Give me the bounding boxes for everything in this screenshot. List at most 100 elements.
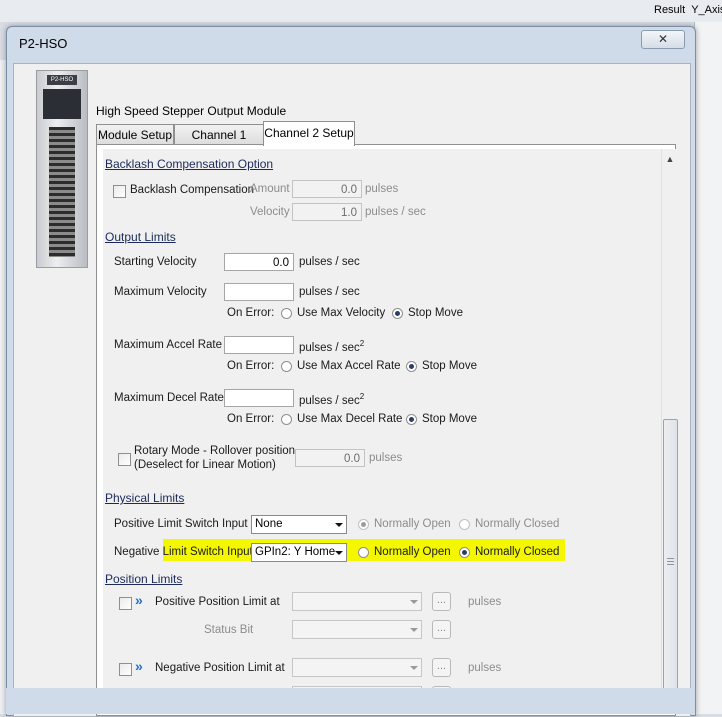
scroll-up-arrow-icon[interactable]: ▲ — [662, 151, 678, 167]
accel-use-max-radio[interactable] — [281, 361, 292, 372]
amount-field[interactable]: 0.0 — [292, 180, 362, 198]
maximum-velocity-label: Maximum Velocity — [114, 286, 207, 298]
backlash-heading: Backlash Compensation Option — [105, 157, 274, 171]
rotary-mode-sublabel: (Deselect for Linear Motion) — [134, 459, 276, 471]
pos-normally-closed-radio[interactable] — [459, 519, 470, 530]
decel-use-max-radio[interactable] — [281, 414, 292, 425]
velocity-use-max-radio[interactable] — [281, 308, 292, 319]
channel-2-settings-scroll-area: Backlash Compensation Option Backlash Co… — [103, 149, 678, 713]
positive-position-limit-select[interactable] — [292, 592, 422, 611]
amount-label: Amount — [250, 183, 290, 195]
result-label: Result — [654, 4, 686, 16]
negative-position-browse-button[interactable]: ... — [432, 658, 451, 677]
accel-stop-move-label: Stop Move — [422, 360, 477, 372]
maximum-decel-field[interactable] — [224, 389, 294, 407]
positive-position-limit-checkbox[interactable] — [119, 597, 132, 610]
starting-velocity-label: Starting Velocity — [114, 256, 197, 268]
tab-channel-1-setup[interactable]: Channel 1 Setup — [174, 124, 264, 162]
positive-status-bit-label: Status Bit — [204, 624, 254, 636]
positive-limit-switch-value: None — [255, 518, 283, 530]
velocity-unit: pulses / sec — [365, 206, 426, 218]
chevron-down-icon — [335, 523, 343, 527]
maximum-accel-label: Maximum Accel Rate — [114, 339, 223, 351]
accel-unit: pulses / sec2 — [299, 339, 365, 354]
module-image-label: P2-HSO — [47, 75, 77, 85]
tab-module-setup[interactable]: Module Setup — [96, 124, 174, 145]
p2-hso-dialog: P2-HSO ✕ P2-HSO High Speed Stepper Outpu… — [6, 26, 696, 717]
scrollbar-grip-icon — [667, 558, 674, 566]
double-chevron-right-icon: » — [135, 658, 143, 674]
starting-velocity-unit: pulses / sec — [299, 256, 360, 268]
pos-normally-closed-label: Normally Closed — [475, 518, 560, 530]
tab-channel-2-setup[interactable]: Channel 2 Setup — [263, 121, 355, 146]
double-chevron-right-icon: » — [135, 592, 143, 608]
decel-stop-move-label: Stop Move — [422, 413, 477, 425]
velocity-on-error-label: On Error: — [227, 307, 275, 319]
chevron-down-icon — [410, 600, 418, 604]
background-right-pane — [694, 22, 722, 714]
module-led-panel — [43, 89, 81, 119]
positive-position-unit: pulses — [468, 596, 502, 608]
rotary-rollover-field[interactable]: 0.0 — [295, 449, 365, 467]
neg-normally-open-label: Normally Open — [374, 546, 451, 558]
dialog-bottom-frame — [6, 688, 694, 714]
velocity-label: Velocity — [250, 206, 290, 218]
decel-on-error-label: On Error: — [227, 413, 275, 425]
rotary-mode-checkbox[interactable] — [118, 453, 131, 466]
decel-use-max-label: Use Max Decel Rate — [297, 413, 403, 425]
positive-position-limit-label: Positive Position Limit at — [155, 596, 280, 608]
neg-normally-open-radio[interactable] — [358, 547, 369, 558]
backlash-compensation-checkbox[interactable] — [113, 185, 126, 198]
negative-limit-switch-select[interactable]: GPIn2: Y Home — [251, 543, 347, 562]
dialog-client-area: P2-HSO High Speed Stepper Output Module … — [13, 63, 691, 717]
chevron-down-icon — [410, 666, 418, 670]
vertical-scrollbar[interactable]: ▲ ▼ — [661, 149, 678, 713]
velocity-use-max-label: Use Max Velocity — [297, 307, 386, 319]
negative-position-limit-label: Negative Position Limit at — [155, 662, 285, 674]
output-limits-heading: Output Limits — [105, 230, 176, 244]
close-button[interactable]: ✕ — [641, 30, 685, 49]
velocity-stop-move-label: Stop Move — [408, 307, 463, 319]
negative-limit-switch-label: Negative Limit Switch Input — [114, 546, 253, 558]
positive-limit-switch-label: Positive Limit Switch Input — [114, 518, 248, 530]
scrollbar-thumb[interactable] — [663, 419, 678, 707]
negative-position-unit: pulses — [468, 662, 502, 674]
maximum-velocity-field[interactable] — [224, 283, 294, 301]
velocity-stop-move-radio[interactable] — [392, 308, 403, 319]
accel-on-error-label: On Error: — [227, 360, 275, 372]
starting-velocity-field[interactable]: 0.0 — [224, 253, 294, 271]
module-description: High Speed Stepper Output Module — [96, 104, 287, 118]
chevron-down-icon — [410, 628, 418, 632]
maximum-velocity-unit: pulses / sec — [299, 286, 360, 298]
neg-normally-closed-radio[interactable] — [459, 547, 470, 558]
module-terminal-block — [49, 127, 75, 257]
amount-unit: pulses — [365, 183, 399, 195]
pos-normally-open-radio[interactable] — [358, 519, 369, 530]
positive-status-bit-select[interactable] — [292, 620, 422, 639]
module-image: P2-HSO — [36, 70, 88, 268]
backlash-velocity-field[interactable]: 1.0 — [292, 203, 362, 221]
pos-normally-open-label: Normally Open — [374, 518, 451, 530]
position-limits-heading: Position Limits — [105, 572, 183, 586]
rotary-mode-label: Rotary Mode - Rollover position — [134, 445, 296, 457]
accel-stop-move-radio[interactable] — [406, 361, 417, 372]
maximum-accel-field[interactable] — [224, 336, 294, 354]
rotary-unit: pulses — [369, 452, 403, 464]
negative-limit-switch-value: GPIn2: Y Home — [255, 546, 336, 558]
positive-position-browse-button[interactable]: ... — [432, 592, 451, 611]
positive-status-bit-browse-button[interactable]: ... — [432, 620, 451, 639]
tab-panel: Backlash Compensation Option Backlash Co… — [96, 144, 678, 716]
neg-normally-closed-label: Normally Closed — [475, 546, 560, 558]
background-app-toolbar — [0, 0, 722, 22]
window-title: P2-HSO — [19, 36, 68, 51]
accel-use-max-label: Use Max Accel Rate — [297, 360, 401, 372]
result-value: Y_Axis_ — [691, 4, 722, 16]
backlash-compensation-label: Backlash Compensation — [130, 184, 255, 196]
maximum-decel-label: Maximum Decel Rate — [114, 392, 224, 404]
positive-limit-switch-select[interactable]: None — [251, 515, 347, 534]
decel-stop-move-radio[interactable] — [406, 414, 417, 425]
background-result-field: Result Y_Axis_ — [648, 4, 722, 16]
negative-position-limit-checkbox[interactable] — [119, 663, 132, 676]
chevron-down-icon — [335, 551, 343, 555]
negative-position-limit-select[interactable] — [292, 658, 422, 677]
